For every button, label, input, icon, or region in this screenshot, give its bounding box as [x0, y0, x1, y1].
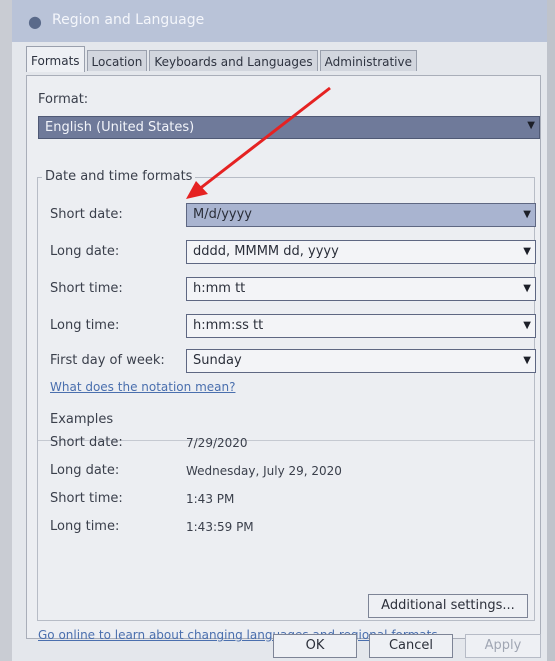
chevron-down-icon: ▼: [523, 283, 531, 294]
first-day-of-week-combo[interactable]: Sunday ▼: [186, 349, 536, 373]
globe-icon: ●: [28, 12, 42, 31]
format-value: English (United States): [45, 120, 195, 135]
long-time-combo[interactable]: h:mm:ss tt ▼: [186, 314, 536, 338]
chevron-down-icon: ▼: [523, 246, 531, 257]
example-long-time-label: Long time:: [50, 519, 120, 534]
tab-administrative[interactable]: Administrative: [319, 50, 418, 71]
long-time-label: Long time:: [50, 318, 120, 333]
long-date-combo[interactable]: dddd, MMMM dd, yyyy ▼: [186, 240, 536, 264]
example-short-date-value: 7/29/2020: [186, 436, 248, 450]
short-time-combo[interactable]: h:mm tt ▼: [186, 277, 536, 301]
format-select[interactable]: English (United States) ▼: [38, 116, 540, 139]
short-time-label: Short time:: [50, 281, 123, 296]
long-date-label: Long date:: [50, 244, 120, 259]
short-date-value: M/d/yyyy: [193, 207, 253, 222]
first-day-of-week-value: Sunday: [193, 353, 242, 368]
example-long-time-value: 1:43:59 PM: [186, 520, 254, 534]
window-title: Region and Language: [52, 12, 205, 28]
example-short-time-label: Short time:: [50, 491, 123, 506]
additional-settings-button[interactable]: Additional settings...: [368, 594, 528, 618]
tab-strip: Formats Location Keyboards and Languages…: [26, 46, 419, 76]
example-long-date-label: Long date:: [50, 463, 120, 478]
tab-formats[interactable]: Formats: [26, 46, 85, 72]
chevron-down-icon: ▼: [523, 320, 531, 331]
ok-button[interactable]: OK: [273, 634, 357, 658]
chevron-down-icon: ▼: [523, 355, 531, 366]
notation-help-link[interactable]: What does the notation mean?: [50, 380, 235, 394]
first-day-of-week-label: First day of week:: [50, 353, 165, 368]
format-label: Format:: [38, 92, 89, 107]
short-date-combo[interactable]: M/d/yyyy ▼: [186, 203, 536, 227]
formats-panel: Format: English (United States) ▼ Date a…: [26, 75, 541, 642]
tab-location[interactable]: Location: [86, 50, 148, 71]
chevron-down-icon: ▼: [527, 120, 535, 131]
example-long-date-value: Wednesday, July 29, 2020: [186, 464, 342, 478]
date-time-formats-group: Date and time formats Short date: M/d/yy…: [37, 169, 536, 621]
examples-title: Examples: [50, 412, 114, 427]
example-short-time-value: 1:43 PM: [186, 492, 235, 506]
long-date-value: dddd, MMMM dd, yyyy: [193, 244, 339, 259]
cancel-button[interactable]: Cancel: [369, 634, 453, 658]
tab-keyboards-and-languages[interactable]: Keyboards and Languages: [149, 50, 318, 71]
apply-button[interactable]: Apply: [465, 634, 541, 658]
short-time-value: h:mm tt: [193, 281, 246, 296]
photo-left-edge: [0, 0, 12, 661]
photo-right-edge: [547, 0, 555, 661]
date-time-formats-title: Date and time formats: [42, 169, 196, 184]
long-time-value: h:mm:ss tt: [193, 318, 264, 333]
title-bar[interactable]: ● Region and Language: [12, 0, 547, 42]
region-language-dialog: Formats Location Keyboards and Languages…: [12, 42, 547, 661]
short-date-label: Short date:: [50, 207, 123, 222]
chevron-down-icon: ▼: [523, 209, 531, 220]
example-short-date-label: Short date:: [50, 435, 123, 450]
